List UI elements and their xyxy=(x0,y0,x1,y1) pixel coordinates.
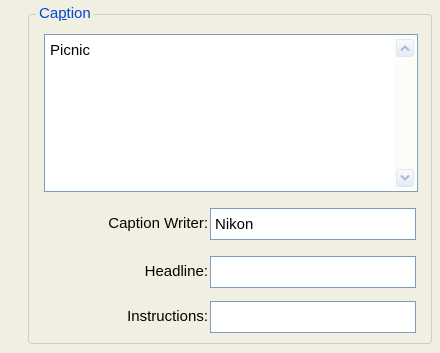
access-key-p: p xyxy=(58,5,67,22)
caption-group-title: Caption xyxy=(36,5,94,23)
caption-text[interactable]: Picnic xyxy=(50,42,387,187)
instructions-field[interactable] xyxy=(210,301,416,333)
headline-label: Headline: xyxy=(144,263,208,280)
instructions-label: Instructions: xyxy=(127,308,208,325)
scroll-up-button[interactable] xyxy=(396,39,414,57)
scroll-down-button[interactable] xyxy=(396,169,414,187)
caption-writer-field[interactable] xyxy=(210,208,416,240)
caption-textarea[interactable]: Picnic xyxy=(44,34,418,192)
instructions-row: Instructions: xyxy=(44,301,418,335)
caption-writer-row: Caption Writer: xyxy=(44,208,418,242)
caption-writer-label: Caption Writer: xyxy=(108,215,208,232)
headline-field[interactable] xyxy=(210,256,416,288)
headline-row: Headline: xyxy=(44,256,418,290)
arrow-up-icon xyxy=(400,45,410,51)
arrow-down-icon xyxy=(400,175,410,181)
caption-scrollbar[interactable] xyxy=(394,36,416,190)
caption-panel: Caption Picnic Caption Writer: Headline:… xyxy=(0,0,440,353)
